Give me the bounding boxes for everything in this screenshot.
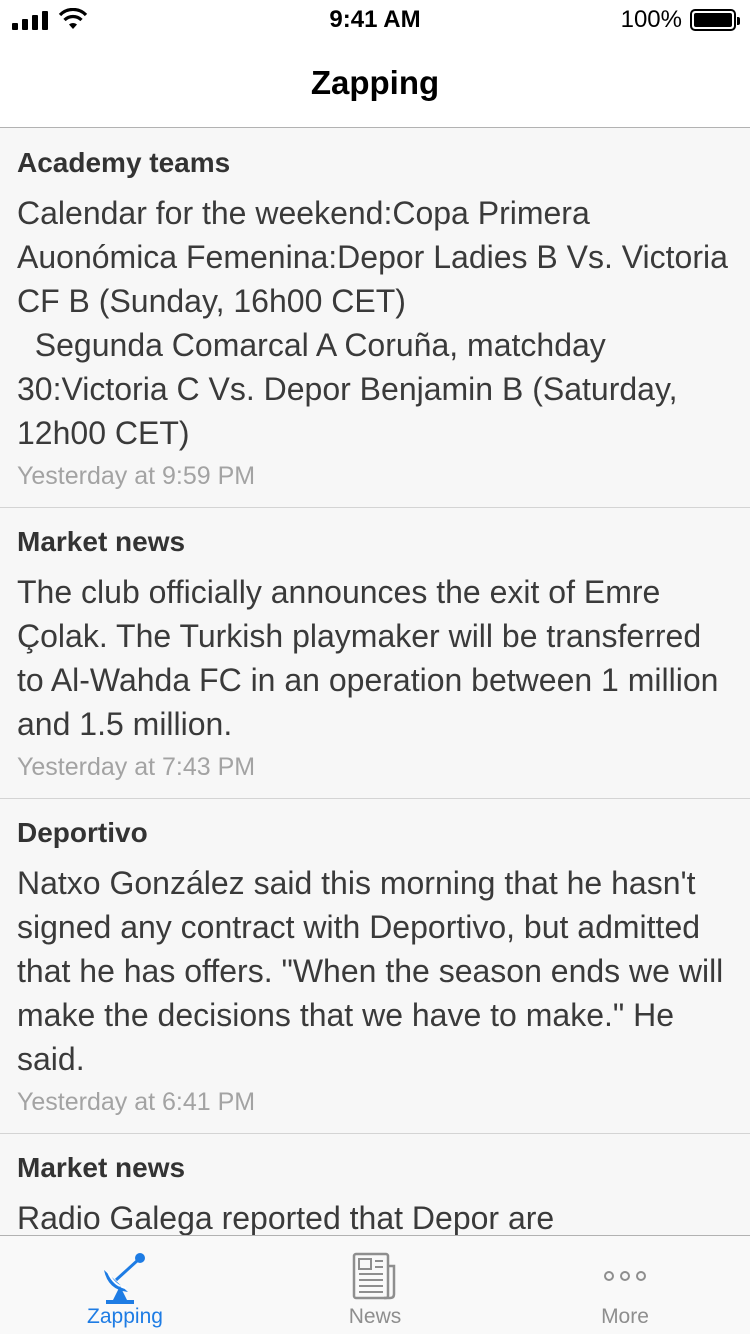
feed-item[interactable]: Deportivo Natxo González said this morni… bbox=[0, 799, 750, 1134]
tab-news[interactable]: News bbox=[250, 1236, 500, 1334]
page-title: Zapping bbox=[310, 64, 440, 101]
tab-more[interactable]: More bbox=[500, 1236, 750, 1334]
tab-label: Zapping bbox=[87, 1305, 163, 1328]
feed-item-body: Natxo González said this morning that he… bbox=[17, 865, 733, 1077]
feed-item-body: Calendar for the weekend:Copa Primera Au… bbox=[17, 195, 728, 451]
feed-item-time: Yesterday at 7:43 PM bbox=[17, 753, 256, 781]
feed-item-body: The club officially announces the exit o… bbox=[17, 574, 728, 742]
feed-item-category: Market news bbox=[17, 526, 186, 557]
status-right: 100% bbox=[620, 6, 740, 34]
satellite-dish-icon bbox=[104, 1253, 145, 1304]
tab-label: More bbox=[601, 1305, 649, 1328]
battery-percentage: 100% bbox=[620, 6, 682, 33]
newspaper-icon bbox=[352, 1252, 396, 1300]
status-bar: 9:41 AM 100% bbox=[0, 0, 750, 40]
feed-item-category: Deportivo bbox=[17, 817, 148, 848]
feed-item-time: Yesterday at 9:59 PM bbox=[17, 462, 256, 490]
more-dots-icon bbox=[604, 1271, 646, 1281]
feed-item[interactable]: Market news The club officially announce… bbox=[0, 508, 750, 799]
tab-bar: Zapping News More bbox=[0, 1235, 750, 1334]
feed-item[interactable]: Academy teams Calendar for the weekend:C… bbox=[0, 129, 750, 508]
feed-item[interactable]: Market news Radio Galega reported that D… bbox=[0, 1134, 750, 1235]
battery-icon bbox=[690, 9, 740, 31]
tab-label: News bbox=[348, 1305, 402, 1328]
news-feed[interactable]: Academy teams Calendar for the weekend:C… bbox=[0, 129, 750, 1235]
feed-item-category: Academy teams bbox=[17, 147, 231, 178]
feed-item-time: Yesterday at 6:41 PM bbox=[17, 1088, 256, 1116]
tab-zapping[interactable]: Zapping bbox=[0, 1236, 250, 1334]
navigation-bar: Zapping bbox=[0, 40, 750, 128]
feed-item-body: Radio Galega reported that Depor are bbox=[17, 1200, 555, 1235]
feed-item-category: Market news bbox=[17, 1152, 186, 1183]
